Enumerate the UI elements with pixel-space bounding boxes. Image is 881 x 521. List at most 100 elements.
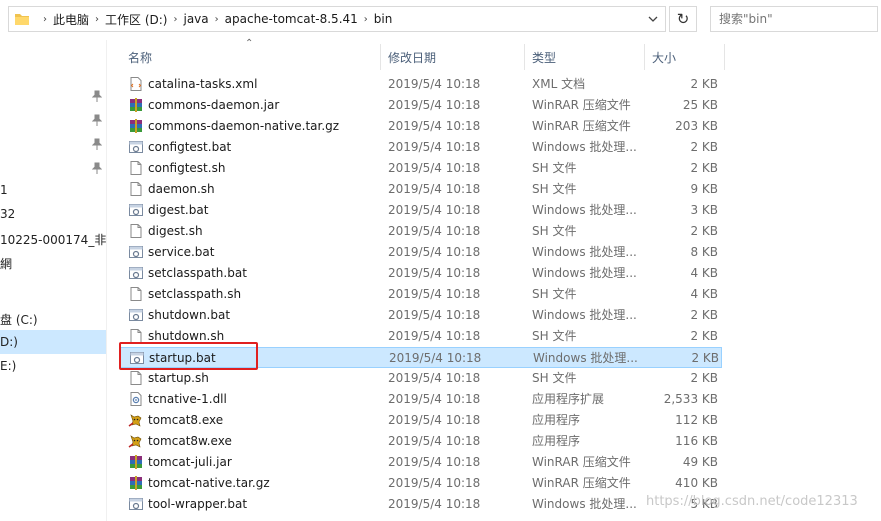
pin-icon <box>92 90 102 102</box>
column-header-type[interactable]: 类型 <box>532 44 556 70</box>
file-row[interactable]: configtest.sh 2019/5/4 10:18 SH 文件 2 KB <box>120 158 722 179</box>
file-size: 116 KB <box>675 434 718 448</box>
file-type: SH 文件 <box>532 182 577 196</box>
file-type: SH 文件 <box>532 224 577 238</box>
file-row[interactable]: tomcat8w.exe 2019/5/4 10:18 应用程序 116 KB <box>120 431 722 452</box>
file-modified-date: 2019/5/4 10:18 <box>388 245 481 259</box>
file-type: 应用程序扩展 <box>532 392 605 406</box>
file-type: 应用程序 <box>532 434 581 448</box>
file-name: commons-daemon-native.tar.gz <box>148 119 340 133</box>
file-name: startup.sh <box>148 371 209 385</box>
file-size: 203 KB <box>675 119 718 133</box>
file-size: 112 KB <box>675 413 718 427</box>
chevron-right-icon: › <box>363 13 368 25</box>
file-modified-date: 2019/5/4 10:18 <box>388 371 481 385</box>
file-size: 49 KB <box>682 455 718 469</box>
file-type: Windows 批处理... <box>532 497 637 511</box>
nav-item-drive-e[interactable]: E:) <box>0 359 16 373</box>
file-row[interactable]: tool-wrapper.bat 2019/5/4 10:18 Windows 批处… <box>120 494 722 515</box>
file-size: 2 KB <box>690 371 718 385</box>
file-row[interactable]: commons-daemon-native.tar.gz 2019/5/4 10:… <box>120 116 722 137</box>
blank-file-icon <box>130 224 142 238</box>
file-size: 2 KB <box>691 351 719 365</box>
file-row[interactable]: setclasspath.sh 2019/5/4 10:18 SH 文件 4 KB <box>120 284 722 305</box>
file-modified-date: 2019/5/4 10:18 <box>388 497 481 511</box>
file-row[interactable]: catalina-tasks.xml 2019/5/4 10:18 XML 文档 2 … <box>120 74 722 95</box>
column-header-size[interactable]: 大小 <box>652 44 676 70</box>
breadcrumb-java[interactable]: java <box>183 12 208 26</box>
file-row[interactable]: tcnative-1.dll 2019/5/4 10:18 应用程序扩展 2,533 … <box>120 389 722 410</box>
file-type: Windows 批处理... <box>532 203 637 217</box>
file-row[interactable]: tomcat-native.tar.gz 2019/5/4 10:18 WinRAR… <box>120 473 722 494</box>
file-name: tomcat8.exe <box>148 413 224 427</box>
file-modified-date: 2019/5/4 10:18 <box>388 476 481 490</box>
file-type: Windows 批处理... <box>532 245 637 259</box>
chevron-down-icon[interactable] <box>647 13 659 25</box>
file-size: 8 KB <box>690 245 718 259</box>
file-type: WinRAR 压缩文件 <box>532 455 631 469</box>
blank-file-icon <box>130 182 142 196</box>
batch-file-icon <box>129 246 143 258</box>
nav-item[interactable]: 10225-000174_非现 <box>0 231 106 248</box>
column-divider[interactable] <box>644 44 645 70</box>
file-row[interactable]: service.bat 2019/5/4 10:18 Windows 批处理... 8… <box>120 242 722 263</box>
column-header-date[interactable]: 修改日期 <box>388 44 436 70</box>
file-modified-date: 2019/5/4 10:18 <box>388 329 481 343</box>
file-type: WinRAR 压缩文件 <box>532 476 631 490</box>
batch-file-icon <box>129 309 143 321</box>
highlight-annotation-box <box>119 342 258 370</box>
file-row[interactable]: tomcat8.exe 2019/5/4 10:18 应用程序 112 KB <box>120 410 722 431</box>
column-divider[interactable] <box>380 44 381 70</box>
file-size: 4 KB <box>690 287 718 301</box>
breadcrumb-this-pc[interactable]: 此电脑 <box>53 11 89 28</box>
file-type: 应用程序 <box>532 413 581 427</box>
file-row[interactable]: configtest.bat 2019/5/4 10:18 Windows 批处理.… <box>120 137 722 158</box>
file-type: WinRAR 压缩文件 <box>532 119 631 133</box>
nav-item-drive-c[interactable]: 盘 (C:) <box>0 311 38 328</box>
winrar-archive-icon <box>130 455 142 469</box>
file-row[interactable]: digest.bat 2019/5/4 10:18 Windows 批处理... 3 … <box>120 200 722 221</box>
watermark: https://blog.csdn.net/code12313 <box>646 494 858 509</box>
file-name: digest.sh <box>148 224 203 238</box>
file-row[interactable]: daemon.sh 2019/5/4 10:18 SH 文件 9 KB <box>120 179 722 200</box>
file-size: 2 KB <box>690 224 718 238</box>
file-row[interactable]: commons-daemon.jar 2019/5/4 10:18 WinRAR 压… <box>120 95 722 116</box>
file-type: SH 文件 <box>532 329 577 343</box>
refresh-button[interactable]: ↻ <box>669 6 697 32</box>
file-name: tomcat-juli.jar <box>148 455 232 469</box>
nav-item[interactable]: 網 <box>0 255 12 272</box>
breadcrumb-tomcat[interactable]: apache-tomcat-8.5.41 <box>225 12 358 26</box>
file-type: WinRAR 压缩文件 <box>532 98 631 112</box>
navigation-pane[interactable]: 1 32 10225-000174_非现 網 盘 (C:) D:) E:) <box>0 40 107 521</box>
column-divider[interactable] <box>524 44 525 70</box>
file-row[interactable]: digest.sh 2019/5/4 10:18 SH 文件 2 KB <box>120 221 722 242</box>
file-name: daemon.sh <box>148 182 215 196</box>
file-modified-date: 2019/5/4 10:18 <box>388 77 481 91</box>
file-modified-date: 2019/5/4 10:18 <box>388 287 481 301</box>
search-input[interactable] <box>710 6 878 32</box>
pin-icon <box>92 162 102 174</box>
file-row[interactable]: startup.sh 2019/5/4 10:18 SH 文件 2 KB <box>120 368 722 389</box>
file-size: 2 KB <box>690 140 718 154</box>
nav-item[interactable]: 1 <box>0 183 8 197</box>
file-modified-date: 2019/5/4 10:18 <box>388 266 481 280</box>
file-name: commons-daemon.jar <box>148 98 280 112</box>
nav-item-drive-d[interactable]: D:) <box>0 335 18 349</box>
file-row[interactable]: setclasspath.bat 2019/5/4 10:18 Windows 批处… <box>120 263 722 284</box>
blank-file-icon <box>130 161 142 175</box>
breadcrumb-bin[interactable]: bin <box>374 12 393 26</box>
file-row[interactable]: tomcat-juli.jar 2019/5/4 10:18 WinRAR 压缩文件… <box>120 452 722 473</box>
file-name: tool-wrapper.bat <box>148 497 248 511</box>
column-divider[interactable] <box>724 44 725 70</box>
file-modified-date: 2019/5/4 10:18 <box>388 161 481 175</box>
file-name: catalina-tasks.xml <box>148 77 258 91</box>
file-modified-date: 2019/5/4 10:18 <box>388 308 481 322</box>
file-row[interactable]: shutdown.bat 2019/5/4 10:18 Windows 批处理...… <box>120 305 722 326</box>
nav-item[interactable]: 32 <box>0 207 15 221</box>
file-size: 410 KB <box>675 476 718 490</box>
batch-file-icon <box>129 204 143 216</box>
address-bar[interactable]: › 此电脑 › 工作区 (D:) › java › apache-tomcat-… <box>8 6 666 32</box>
column-header-name[interactable]: 名称 <box>128 44 152 70</box>
breadcrumb-drive-d[interactable]: 工作区 (D:) <box>105 11 167 28</box>
blank-file-icon <box>130 371 142 385</box>
